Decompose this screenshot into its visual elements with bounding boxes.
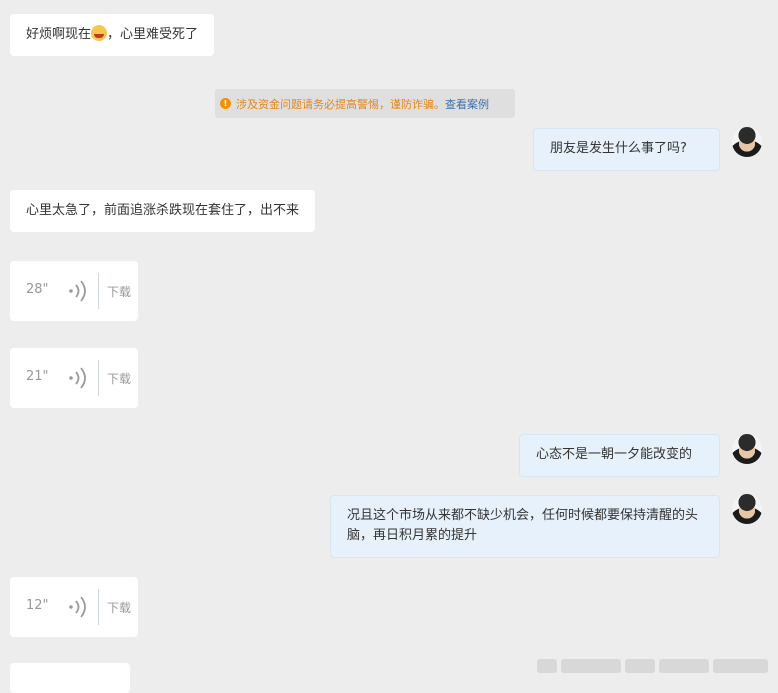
voice-message[interactable]: 12" 下载 — [10, 577, 138, 637]
message-text: 心里太急了，前面追涨杀跌现在套住了，出不来 — [26, 203, 300, 218]
avatar[interactable] — [732, 434, 762, 464]
message-bubble-outgoing[interactable]: 心态不是一朝一夕能改变的 — [519, 434, 720, 477]
download-button[interactable]: 下载 — [107, 599, 131, 616]
watermark — [537, 659, 769, 673]
download-button[interactable]: 下载 — [107, 283, 131, 300]
avatar[interactable] — [732, 127, 762, 157]
warning-icon: ! — [220, 98, 231, 109]
voice-wave-icon — [69, 367, 86, 389]
message-text: ，心里难受死了 — [107, 27, 199, 42]
message-bubble-incoming[interactable] — [10, 663, 130, 693]
notice-text: 涉及资金问题请务必提高警惕，谨防诈骗。 — [236, 97, 445, 111]
divider — [98, 273, 99, 309]
voice-duration: 21" — [26, 369, 49, 384]
message-text: 好烦啊现在 — [26, 27, 92, 42]
divider — [98, 360, 99, 396]
voice-duration: 12" — [26, 598, 49, 613]
voice-message[interactable]: 21" 下载 — [10, 348, 138, 408]
divider — [98, 589, 99, 625]
voice-wave-icon — [69, 596, 86, 618]
avatar[interactable] — [732, 494, 762, 524]
message-bubble-incoming[interactable]: 好烦啊现在 ，心里难受死了 — [10, 14, 215, 56]
message-bubble-outgoing[interactable]: 况且这个市场从来都不缺少机会，任何时候都要保持清醒的头脑，再日积月累的提升 — [330, 495, 720, 558]
message-bubble-outgoing[interactable]: 朋友是发生什么事了吗? — [533, 128, 720, 171]
message-text: 况且这个市场从来都不缺少机会，任何时候都要保持清醒的头脑，再日积月累的提升 — [347, 508, 699, 543]
crying-face-icon — [91, 25, 108, 41]
download-button[interactable]: 下载 — [107, 370, 131, 387]
message-text: 心态不是一朝一夕能改变的 — [536, 447, 693, 462]
message-text: 朋友是发生什么事了吗? — [550, 141, 687, 156]
view-cases-link[interactable]: 查看案例 — [445, 96, 489, 112]
voice-duration: 28" — [26, 282, 49, 297]
voice-message[interactable]: 28" 下载 — [10, 261, 138, 321]
voice-wave-icon — [69, 280, 86, 302]
message-bubble-incoming[interactable]: 心里太急了，前面追涨杀跌现在套住了，出不来 — [10, 190, 316, 232]
fraud-warning-notice: ! 涉及资金问题请务必提高警惕，谨防诈骗。 查看案例 — [215, 89, 515, 118]
